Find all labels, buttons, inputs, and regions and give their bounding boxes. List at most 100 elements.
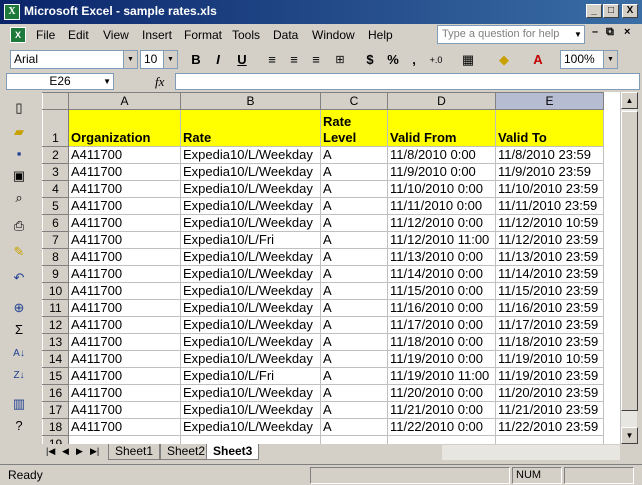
cell[interactable]: A — [320, 316, 388, 334]
row-header[interactable]: 10 — [42, 282, 69, 300]
column-header-a[interactable]: A — [68, 92, 181, 110]
cell[interactable]: Expedia10/L/Weekday — [180, 401, 321, 419]
cell[interactable]: Valid To — [495, 109, 604, 147]
cell[interactable]: Organization — [68, 109, 181, 147]
cell[interactable]: 11/22/2010 0:00 — [387, 418, 496, 436]
cell[interactable]: 11/20/2010 0:00 — [387, 384, 496, 402]
help-question-input[interactable]: Type a question for help — [437, 25, 585, 44]
menu-tools[interactable]: Tools — [232, 28, 260, 42]
menu-format[interactable]: Format — [184, 28, 222, 42]
cell[interactable]: Expedia10/L/Weekday — [180, 248, 321, 266]
cell[interactable]: 11/19/2010 11:00 — [387, 367, 496, 385]
first-sheet-icon[interactable]: |◀ — [46, 446, 55, 457]
cell[interactable]: Expedia10/L/Weekday — [180, 350, 321, 368]
cell[interactable]: A — [320, 180, 388, 198]
cell[interactable]: 11/19/2010 10:59 — [495, 350, 604, 368]
cell[interactable]: A — [320, 282, 388, 300]
cell[interactable]: Expedia10/L/Weekday — [180, 384, 321, 402]
worksheet-grid[interactable]: A B C D E 1 Organization Rate Rate Level… — [42, 92, 620, 444]
cell[interactable]: 11/9/2010 0:00 — [387, 163, 496, 181]
menu-file[interactable]: File — [36, 28, 55, 42]
scroll-thumb[interactable] — [621, 111, 638, 411]
cell[interactable]: 11/13/2010 0:00 — [387, 248, 496, 266]
cell[interactable]: 11/8/2010 23:59 — [495, 146, 604, 164]
sort-descending-icon[interactable]: Z↓ — [9, 366, 29, 386]
cell[interactable] — [180, 435, 321, 444]
cell[interactable]: A411700 — [68, 333, 181, 351]
font-size-select[interactable]: 10 ▼ — [140, 50, 178, 69]
cell[interactable]: A — [320, 214, 388, 232]
cell[interactable] — [68, 435, 181, 444]
cell[interactable]: 11/16/2010 23:59 — [495, 299, 604, 317]
cell[interactable]: A — [320, 333, 388, 351]
doc-restore-button[interactable]: ⧉ — [606, 26, 614, 39]
merge-center-icon[interactable]: ⊞ — [330, 51, 350, 69]
row-header[interactable]: 8 — [42, 248, 69, 266]
next-sheet-icon[interactable]: ▶ — [76, 446, 83, 457]
doc-minimize-button[interactable]: – — [592, 26, 598, 38]
row-header[interactable]: 15 — [42, 367, 69, 385]
cell[interactable]: A411700 — [68, 214, 181, 232]
cell[interactable]: 11/22/2010 23:59 — [495, 418, 604, 436]
row-header[interactable]: 19 — [42, 435, 69, 444]
row-header[interactable]: 1 — [42, 109, 69, 147]
cell[interactable]: A — [320, 384, 388, 402]
cell[interactable]: Expedia10/L/Fri — [180, 367, 321, 385]
cell[interactable]: A — [320, 146, 388, 164]
cell[interactable]: 11/12/2010 23:59 — [495, 231, 604, 249]
insert-function-button[interactable]: fx — [155, 74, 164, 90]
save-icon[interactable]: ▪ — [9, 144, 29, 164]
cell[interactable]: A411700 — [68, 418, 181, 436]
doc-close-button[interactable]: × — [624, 26, 630, 38]
cell[interactable]: Valid From — [387, 109, 496, 147]
chevron-down-icon[interactable]: ▼ — [163, 51, 177, 68]
row-header[interactable]: 14 — [42, 350, 69, 368]
cell[interactable]: 11/9/2010 23:59 — [495, 163, 604, 181]
cell[interactable]: A411700 — [68, 282, 181, 300]
undo-icon[interactable]: ↶ — [9, 268, 29, 288]
name-box[interactable]: E26 ▼ — [6, 73, 114, 90]
menu-edit[interactable]: Edit — [68, 28, 89, 42]
cell[interactable]: Expedia10/L/Weekday — [180, 180, 321, 198]
row-header[interactable]: 7 — [42, 231, 69, 249]
font-select[interactable]: Arial ▼ — [10, 50, 138, 69]
cell[interactable]: A411700 — [68, 248, 181, 266]
cell[interactable]: 11/14/2010 23:59 — [495, 265, 604, 283]
cell[interactable]: A — [320, 401, 388, 419]
prev-sheet-icon[interactable]: ◀ — [62, 446, 69, 457]
tab-sheet1[interactable]: Sheet1 — [108, 444, 161, 460]
print-icon[interactable]: ⎙ — [9, 216, 29, 236]
cell[interactable]: 11/19/2010 23:59 — [495, 367, 604, 385]
formula-input[interactable] — [175, 73, 640, 90]
cell[interactable]: A411700 — [68, 180, 181, 198]
row-header[interactable]: 12 — [42, 316, 69, 334]
cell[interactable]: Expedia10/L/Weekday — [180, 214, 321, 232]
cell[interactable]: A411700 — [68, 299, 181, 317]
tab-sheet2[interactable]: Sheet2 — [160, 444, 213, 460]
hyperlink-icon[interactable]: ⊕ — [9, 298, 29, 318]
permission-icon[interactable]: ▣ — [9, 166, 29, 186]
cell[interactable]: Rate Level — [320, 109, 388, 147]
cell[interactable]: 11/14/2010 0:00 — [387, 265, 496, 283]
workbook-icon[interactable]: X — [10, 27, 26, 43]
cell[interactable]: 11/19/2010 0:00 — [387, 350, 496, 368]
cell[interactable]: Expedia10/L/Weekday — [180, 333, 321, 351]
row-header[interactable]: 11 — [42, 299, 69, 317]
close-button[interactable]: X — [622, 4, 638, 18]
menu-insert[interactable]: Insert — [142, 28, 172, 42]
column-header-c[interactable]: C — [320, 92, 388, 110]
cell[interactable]: A411700 — [68, 265, 181, 283]
row-header[interactable]: 4 — [42, 180, 69, 198]
horizontal-scrollbar[interactable] — [442, 445, 620, 460]
cell[interactable]: 11/20/2010 23:59 — [495, 384, 604, 402]
borders-icon[interactable]: ▦ — [458, 51, 478, 69]
cell[interactable]: A411700 — [68, 146, 181, 164]
minimize-button[interactable]: _ — [586, 4, 602, 18]
cell[interactable]: 11/15/2010 23:59 — [495, 282, 604, 300]
cell[interactable]: 11/8/2010 0:00 — [387, 146, 496, 164]
column-header-e[interactable]: E — [495, 92, 604, 110]
cell[interactable]: 11/12/2010 11:00 — [387, 231, 496, 249]
cell[interactable]: 11/21/2010 0:00 — [387, 401, 496, 419]
cell[interactable]: 11/17/2010 23:59 — [495, 316, 604, 334]
cell[interactable]: Expedia10/L/Weekday — [180, 265, 321, 283]
